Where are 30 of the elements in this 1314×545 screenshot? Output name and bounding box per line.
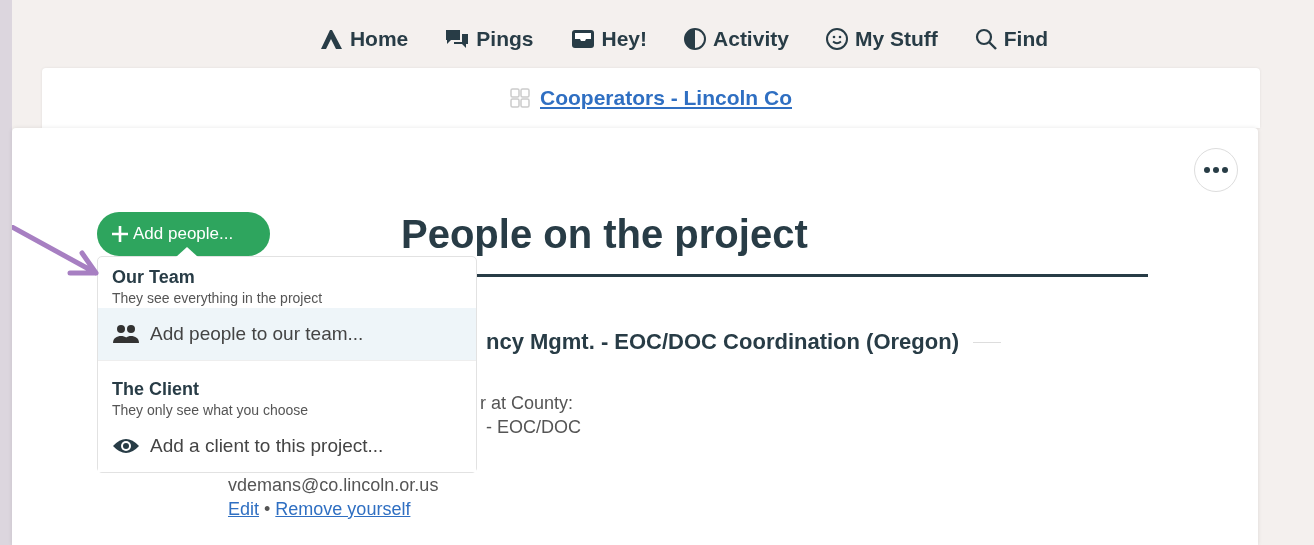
search-icon bbox=[973, 27, 998, 51]
people-icon bbox=[112, 324, 140, 344]
nav-item[interactable]: Pings bbox=[444, 24, 534, 54]
section-subtitle: They only see what you choose bbox=[111, 402, 309, 418]
page-title: People on the project bbox=[401, 211, 808, 257]
person-detail: vdemans@co.lincoln.or.us bbox=[228, 474, 439, 497]
nav-item[interactable]: Activity bbox=[683, 24, 789, 54]
nav-item[interactable]: Hey! bbox=[569, 24, 648, 54]
person-link[interactable]: Remove yourself bbox=[275, 497, 411, 521]
half-circle-icon bbox=[683, 27, 708, 51]
group-heading: ncy Mgmt. - EOC/DOC Coordination (Oregon) bbox=[486, 329, 959, 355]
menu-item[interactable]: Add people to our team... bbox=[98, 308, 476, 360]
person-detail: r at County: bbox=[480, 392, 574, 415]
section-title: The Client bbox=[111, 379, 199, 400]
nav-item[interactable]: Home bbox=[317, 24, 409, 54]
separator: • bbox=[264, 498, 271, 521]
project-link[interactable]: Cooperators - Lincoln Co bbox=[540, 86, 792, 110]
nav-item[interactable]: My Stuff bbox=[824, 24, 938, 54]
person-link[interactable]: Edit bbox=[228, 497, 260, 521]
ellipsis-icon bbox=[1204, 167, 1228, 173]
more-button[interactable] bbox=[1194, 148, 1238, 192]
smiley-icon bbox=[824, 27, 849, 51]
nav-item[interactable]: Find bbox=[973, 24, 1049, 54]
grid-icon bbox=[510, 88, 530, 108]
section-title: Our Team bbox=[111, 267, 195, 288]
person-detail: - EOC/DOC bbox=[486, 416, 581, 439]
eye-icon bbox=[112, 436, 140, 456]
section-subtitle: They see everything in the project bbox=[111, 290, 323, 306]
plus-icon bbox=[111, 225, 129, 243]
inbox-tray-icon bbox=[569, 27, 596, 51]
